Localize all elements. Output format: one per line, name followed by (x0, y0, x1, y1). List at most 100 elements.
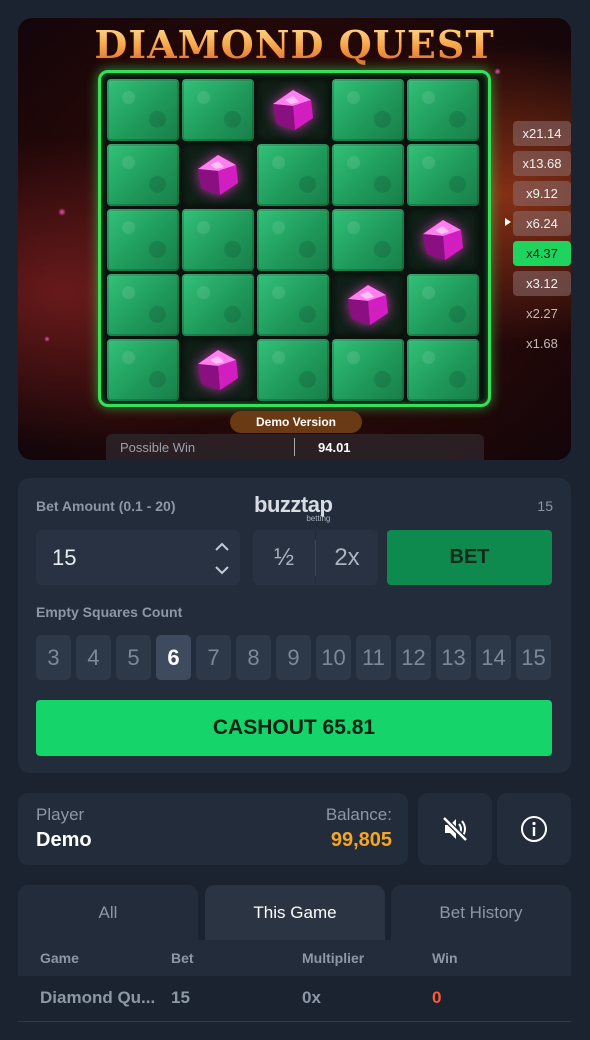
empty-squares-option[interactable]: 12 (396, 635, 431, 680)
decrease-bet-button[interactable] (210, 561, 234, 582)
tab-all[interactable]: All (18, 885, 198, 940)
row-game: Diamond Qu... (40, 988, 156, 1007)
hidden-tile[interactable] (257, 274, 329, 336)
magic-sparkle (58, 208, 66, 216)
multiplier-step: x3.12 (513, 271, 571, 296)
hidden-tile[interactable] (107, 79, 179, 141)
hidden-tile[interactable] (257, 339, 329, 401)
gem-icon (348, 285, 388, 325)
sound-muted-icon (442, 816, 468, 842)
history-tabs: All This Game Bet History (18, 885, 571, 940)
multiplier-step: x1.68 (526, 336, 558, 351)
multiplier-step: x2.27 (526, 306, 558, 321)
increase-bet-button[interactable] (210, 538, 234, 559)
hidden-tile[interactable] (332, 339, 404, 401)
hidden-tile[interactable] (182, 79, 254, 141)
empty-squares-option[interactable]: 6 (156, 635, 191, 680)
empty-squares-option[interactable]: 11 (356, 635, 391, 680)
gem-icon (198, 350, 238, 390)
gem-icon (198, 155, 238, 195)
player-name: Demo (36, 829, 92, 851)
info-button[interactable] (497, 793, 571, 865)
empty-squares-option[interactable]: 5 (116, 635, 151, 680)
hidden-tile[interactable] (332, 144, 404, 206)
table-row: Diamond Qu... 15 0x 0 (18, 978, 571, 1022)
multiplier-ladder: x21.14 x13.68 x9.12 x6.24 x4.37 x3.12 x2.27 x1.… (513, 121, 571, 356)
hidden-tile[interactable] (407, 144, 479, 206)
row-win: 0 (432, 988, 442, 1007)
multiplier-step: x6.24 (513, 211, 571, 236)
logo-subtitle: betting (306, 514, 331, 523)
game-title: DIAMOND QUEST (18, 22, 571, 74)
empty-squares-option[interactable]: 13 (436, 635, 471, 680)
demo-version-badge: Demo Version (230, 411, 362, 433)
game-board (98, 70, 491, 407)
hidden-tile[interactable] (257, 209, 329, 271)
tile-grid (107, 79, 479, 401)
empty-squares-option[interactable]: 3 (36, 635, 71, 680)
empty-squares-option[interactable]: 14 (476, 635, 511, 680)
bet-button[interactable]: BET (387, 530, 552, 585)
game-area: DIAMOND QUEST x21.14 x13.68 x9.12 x6.24 x4.3… (18, 18, 571, 460)
hidden-tile[interactable] (182, 209, 254, 271)
possible-win-bar: Possible Win 94.01 (106, 434, 484, 460)
player-label: Player (36, 805, 85, 824)
multiplier-step: x4.37 (513, 241, 571, 266)
tab-bet-history[interactable]: Bet History (391, 885, 571, 940)
revealed-gem-tile[interactable] (332, 274, 404, 336)
column-header-multiplier: Multiplier (302, 950, 365, 966)
tab-this-game[interactable]: This Game (205, 885, 385, 940)
multiplier-step: x9.12 (513, 181, 571, 206)
empty-squares-option[interactable]: 15 (516, 635, 551, 680)
empty-squares-selector: 3 4 5 6 7 8 9 10 11 12 13 14 15 (36, 635, 551, 680)
revealed-gem-tile[interactable] (407, 209, 479, 271)
cashout-button[interactable]: CASHOUT 65.81 (36, 700, 552, 756)
column-header-game: Game (40, 950, 79, 966)
divider (294, 438, 295, 456)
hidden-tile[interactable] (107, 274, 179, 336)
chevron-up-icon (215, 542, 229, 551)
empty-squares-option[interactable]: 7 (196, 635, 231, 680)
hidden-tile[interactable] (182, 274, 254, 336)
column-header-bet: Bet (171, 950, 194, 966)
row-multiplier: 0x (302, 988, 321, 1007)
empty-squares-option[interactable]: 8 (236, 635, 271, 680)
hidden-tile[interactable] (107, 339, 179, 401)
empty-squares-option[interactable]: 9 (276, 635, 311, 680)
balance-label: Balance: (325, 805, 392, 824)
hidden-tile[interactable] (332, 79, 404, 141)
row-bet: 15 (171, 988, 190, 1007)
history-table-header: Game Bet Multiplier Win (18, 940, 571, 976)
possible-win-value: 94.01 (318, 440, 351, 455)
bet-amount-input[interactable]: 15 (36, 530, 240, 585)
chevron-down-icon (215, 566, 229, 575)
sound-toggle-button[interactable] (418, 793, 492, 865)
hidden-tile[interactable] (332, 209, 404, 271)
bet-amount-label: Bet Amount (0.1 - 20) (36, 498, 176, 514)
hidden-tile[interactable] (407, 339, 479, 401)
empty-squares-label: Empty Squares Count (36, 604, 183, 620)
double-bet-button[interactable]: 2x (316, 530, 378, 585)
half-bet-button[interactable]: ½ (253, 530, 315, 585)
hidden-tile[interactable] (407, 274, 479, 336)
player-card: Player Demo Balance: 99,805 (18, 793, 408, 865)
multiplier-step: x21.14 (513, 121, 571, 146)
balance-value: 99,805 (330, 829, 392, 851)
bet-amount-display: 15 (537, 498, 553, 514)
hidden-tile[interactable] (107, 144, 179, 206)
hidden-tile[interactable] (257, 144, 329, 206)
gem-icon (423, 220, 463, 260)
hidden-tile[interactable] (107, 209, 179, 271)
revealed-gem-tile[interactable] (182, 339, 254, 401)
revealed-gem-tile[interactable] (182, 144, 254, 206)
magic-sparkle (44, 336, 50, 342)
empty-squares-option[interactable]: 10 (316, 635, 351, 680)
bet-amount-value[interactable]: 15 (52, 545, 76, 571)
revealed-gem-tile[interactable] (257, 79, 329, 141)
hidden-tile[interactable] (407, 79, 479, 141)
multiplier-step: x13.68 (513, 151, 571, 176)
gem-icon (273, 90, 313, 130)
column-header-win: Win (432, 950, 458, 966)
empty-squares-option[interactable]: 4 (76, 635, 111, 680)
possible-win-label: Possible Win (120, 440, 196, 455)
